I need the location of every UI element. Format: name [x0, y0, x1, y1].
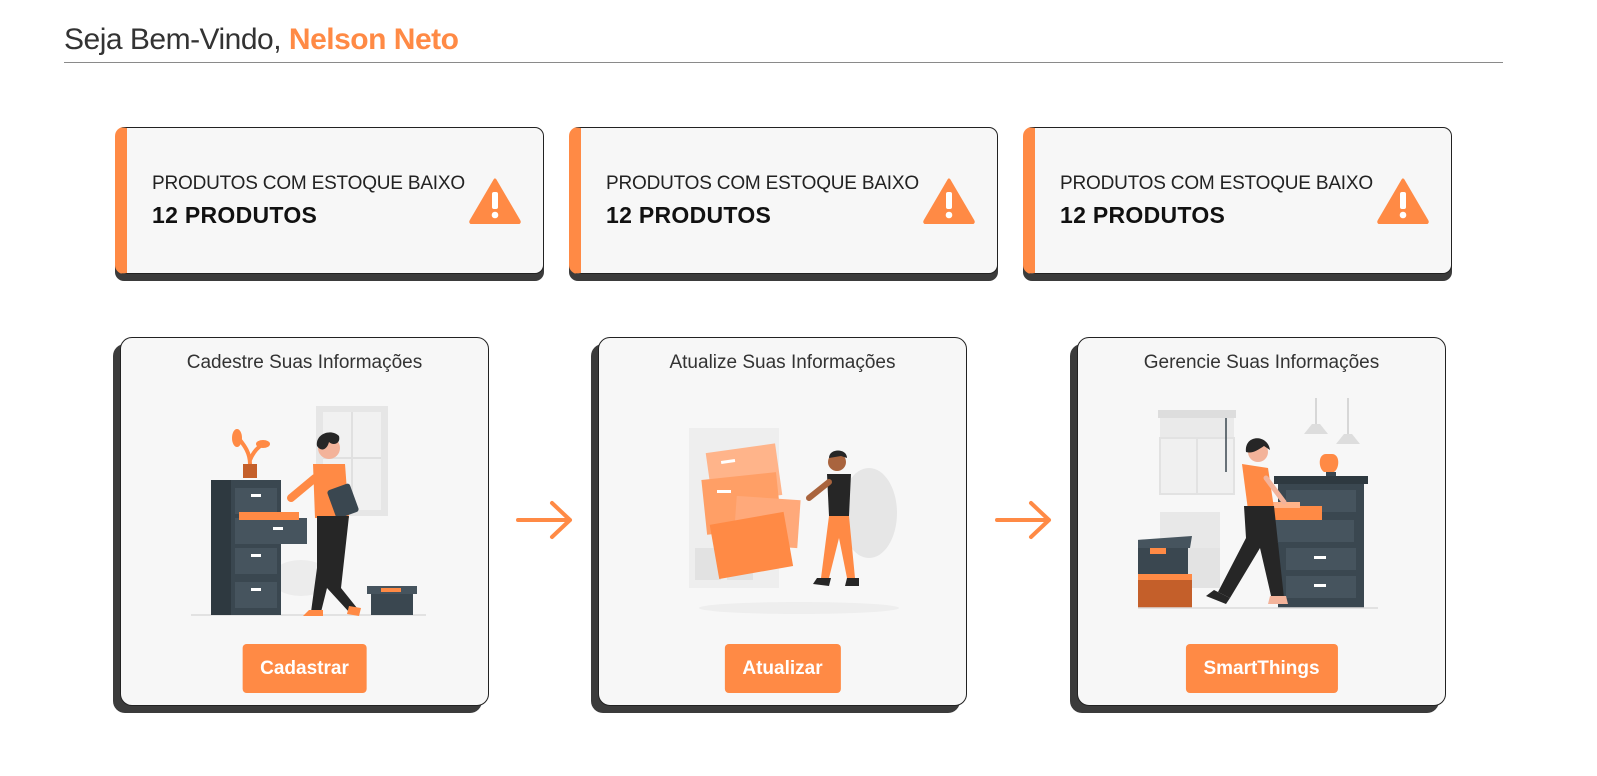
welcome-header: Seja Bem-Vindo, Nelson Neto: [64, 20, 1503, 63]
stat-value: 12 PRODUTOS: [1060, 202, 1226, 228]
register-button[interactable]: Cadastrar: [242, 644, 367, 693]
greeting-text: Seja Bem-Vindo,: [64, 23, 282, 56]
action-card-manage: Gerencie Suas Informações SmartThings: [1077, 337, 1446, 706]
arrow-right-icon: [995, 501, 1051, 539]
stat-card-low-stock-3: PRODUTOS COM ESTOQUE BAIXO 12 PRODUTOS: [1023, 127, 1452, 274]
stat-card-low-stock-2: PRODUTOS COM ESTOQUE BAIXO 12 PRODUTOS: [569, 127, 998, 274]
action-card-update: Atualize Suas Informações Atualizar: [598, 337, 967, 706]
filing-cabinet-illustration: [191, 406, 426, 616]
welcome-greeting: Seja Bem-Vindo, Nelson Neto: [64, 20, 1503, 60]
folders-illustration: [689, 428, 899, 614]
update-button[interactable]: Atualizar: [724, 644, 841, 693]
card-title: Atualize Suas Informações: [669, 352, 896, 373]
action-card-register: Cadestre Suas Informações Cadastrar: [120, 337, 489, 706]
arrow-right-icon: [516, 501, 572, 539]
stat-value: 12 PRODUTOS: [606, 202, 772, 228]
card-title: Cadestre Suas Informações: [186, 352, 423, 373]
warning-icon: [469, 178, 521, 224]
warning-icon: [923, 178, 975, 224]
smartthings-button[interactable]: SmartThings: [1185, 644, 1338, 693]
stat-label: PRODUTOS COM ESTOQUE BAIXO: [606, 173, 919, 194]
warning-icon: [1377, 178, 1429, 224]
user-name: Nelson Neto: [288, 23, 459, 56]
card-title: Gerencie Suas Informações: [1143, 352, 1380, 373]
drawer-illustration: [1138, 398, 1378, 609]
stat-value: 12 PRODUTOS: [152, 202, 318, 228]
stat-card-low-stock-1: PRODUTOS COM ESTOQUE BAIXO 12 PRODUTOS: [115, 127, 544, 274]
stat-label: PRODUTOS COM ESTOQUE BAIXO: [152, 173, 465, 194]
stat-label: PRODUTOS COM ESTOQUE BAIXO: [1060, 173, 1373, 194]
